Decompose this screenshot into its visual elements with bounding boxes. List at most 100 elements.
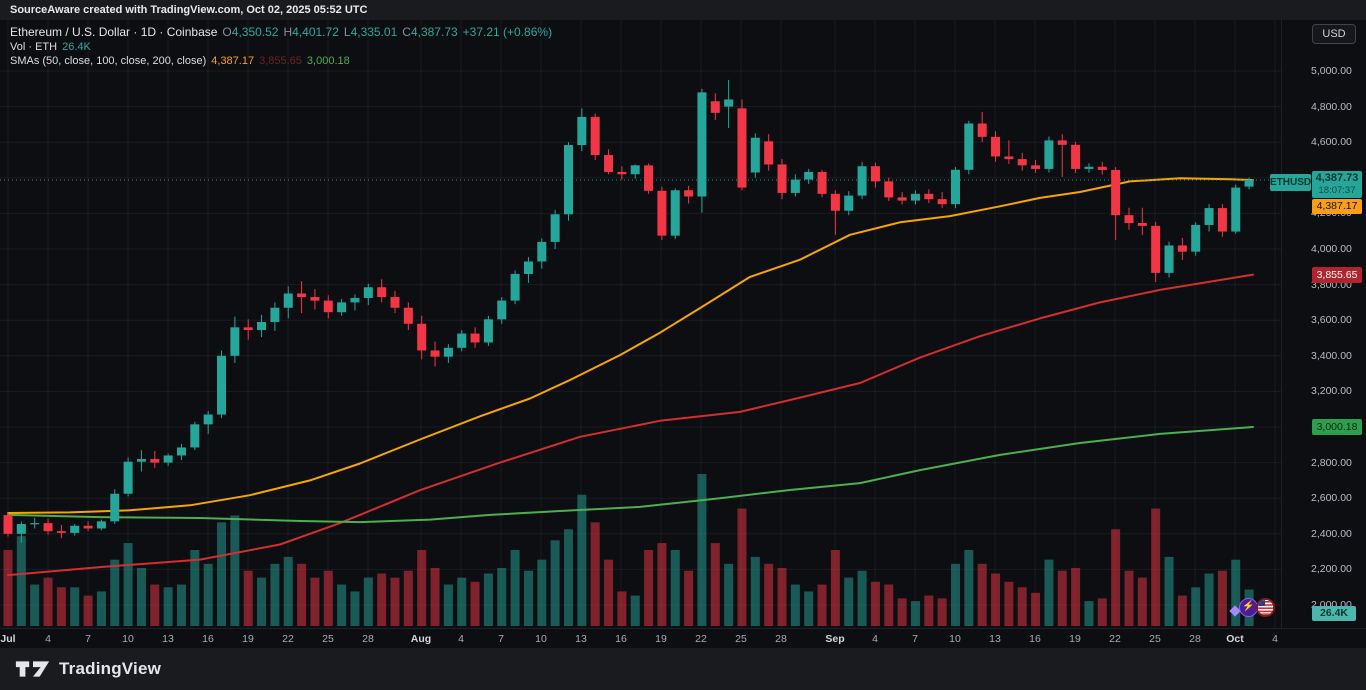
volume-bar bbox=[177, 585, 186, 626]
time-axis[interactable]: Jul4710131619222528Aug4710131619222528Se… bbox=[0, 628, 1366, 648]
price-tick-label: 3,600.00 bbox=[1311, 314, 1352, 326]
candle-body bbox=[1124, 215, 1133, 223]
event-markers: ⚡ bbox=[1229, 597, 1279, 621]
candle-body bbox=[270, 308, 279, 322]
volume-pane bbox=[4, 474, 1254, 626]
close-value: 4,387.73 bbox=[411, 25, 458, 39]
volume-bar bbox=[1205, 573, 1214, 626]
sma100-price-label: 3,855.65 bbox=[1312, 267, 1362, 283]
time-tick-label: 7 bbox=[900, 633, 930, 645]
watermark-text: SourceAware created with TradingView.com… bbox=[10, 4, 367, 16]
volume-bar bbox=[17, 536, 26, 626]
candle-body bbox=[17, 524, 26, 534]
candle-body bbox=[284, 294, 293, 308]
candle-body bbox=[1151, 226, 1160, 273]
close-key: C bbox=[402, 25, 411, 39]
candle-body bbox=[1178, 245, 1187, 251]
volume-bar bbox=[551, 540, 560, 626]
candle-body bbox=[911, 194, 920, 201]
tradingview-logo-text: TradingView bbox=[59, 659, 161, 679]
volume-bar bbox=[337, 585, 346, 626]
candle-body bbox=[751, 138, 760, 173]
candle-body bbox=[204, 415, 213, 425]
change-value: +37.21 (+0.86%) bbox=[463, 25, 552, 39]
candle-body bbox=[1084, 167, 1093, 169]
candle-body bbox=[671, 190, 680, 235]
us-flag-event-icon[interactable] bbox=[1256, 598, 1275, 617]
volume-bar bbox=[898, 598, 907, 626]
candle-body bbox=[938, 199, 947, 204]
candle-body bbox=[110, 494, 119, 522]
volume-bar bbox=[404, 571, 413, 626]
time-tick-label: 4 bbox=[1260, 633, 1290, 645]
volume-bar bbox=[617, 591, 626, 626]
candle-body bbox=[1165, 245, 1174, 272]
volume-bar bbox=[484, 573, 493, 626]
candle-body bbox=[244, 327, 253, 330]
volume-bar bbox=[524, 571, 533, 626]
volume-bar bbox=[150, 585, 159, 626]
tradingview-chart-page: SourceAware created with TradingView.com… bbox=[0, 0, 1366, 690]
currency-toggle-button[interactable]: USD bbox=[1312, 24, 1356, 44]
chart-canvas[interactable] bbox=[0, 20, 1366, 628]
volume-bar bbox=[270, 564, 279, 626]
volume-bar bbox=[711, 543, 720, 626]
candle-body bbox=[978, 124, 987, 137]
us-flag-graphic bbox=[1258, 600, 1273, 615]
time-tick-label: 22 bbox=[686, 633, 716, 645]
time-tick-label: 4 bbox=[33, 633, 63, 645]
candle-body bbox=[577, 117, 586, 145]
volume-bar bbox=[97, 591, 106, 626]
volume-bar bbox=[884, 585, 893, 626]
candle-body bbox=[164, 455, 173, 462]
time-tick-month: Sep bbox=[820, 633, 850, 645]
volume-bar bbox=[444, 585, 453, 626]
candle-body bbox=[511, 274, 520, 301]
candle-body bbox=[444, 348, 453, 357]
volume-bar bbox=[4, 550, 13, 626]
volume-bar bbox=[391, 578, 400, 626]
time-tick-label: 28 bbox=[766, 633, 796, 645]
volume-bar bbox=[671, 550, 680, 626]
candle-body bbox=[404, 308, 413, 324]
candle-body bbox=[818, 172, 827, 194]
candle-body bbox=[537, 242, 546, 262]
candle-wick bbox=[1142, 208, 1143, 235]
candle-wick bbox=[1008, 140, 1009, 163]
volume-bar bbox=[818, 585, 827, 626]
sma-study-label[interactable]: SMAs (50, close, 100, close, 200, close) bbox=[10, 55, 206, 67]
candle-body bbox=[697, 92, 706, 196]
volume-bar bbox=[1178, 596, 1187, 626]
candle-body bbox=[310, 297, 319, 301]
volume-bar bbox=[978, 564, 987, 626]
candle-body bbox=[4, 515, 13, 534]
volume-bar bbox=[1044, 560, 1053, 626]
candle-body bbox=[190, 424, 199, 447]
candle-body bbox=[364, 287, 373, 298]
candle-body bbox=[1218, 208, 1227, 231]
candle-body bbox=[764, 141, 773, 164]
volume-study-label[interactable]: Vol · ETH bbox=[10, 41, 57, 53]
last-price-label: 4,387.73 18:07:37 bbox=[1312, 171, 1362, 198]
candle-body bbox=[684, 190, 693, 196]
candle-body bbox=[1044, 140, 1053, 168]
symbol-title[interactable]: Ethereum / U.S. Dollar · 1D · Coinbase bbox=[10, 25, 217, 39]
volume-bar bbox=[1218, 571, 1227, 626]
price-axis[interactable]: 5,000.004,800.004,600.004,200.004,000.00… bbox=[1281, 20, 1366, 628]
candle-body bbox=[898, 197, 907, 200]
candle-body bbox=[737, 108, 746, 187]
volume-bar bbox=[951, 564, 960, 626]
watermark-bar: SourceAware created with TradingView.com… bbox=[0, 0, 1366, 20]
candle-body bbox=[297, 294, 306, 298]
candle-body bbox=[1111, 170, 1120, 215]
volume-bar bbox=[911, 601, 920, 626]
tradingview-logo[interactable]: TradingView bbox=[14, 658, 161, 680]
candle-body bbox=[377, 287, 386, 297]
candle-body bbox=[1071, 145, 1080, 169]
candle-body bbox=[177, 447, 186, 455]
candle-body bbox=[431, 350, 440, 356]
open-value: 4,350.52 bbox=[232, 25, 279, 39]
candle-body bbox=[497, 301, 506, 320]
volume-bar bbox=[1151, 509, 1160, 626]
volume-bar bbox=[471, 582, 480, 626]
